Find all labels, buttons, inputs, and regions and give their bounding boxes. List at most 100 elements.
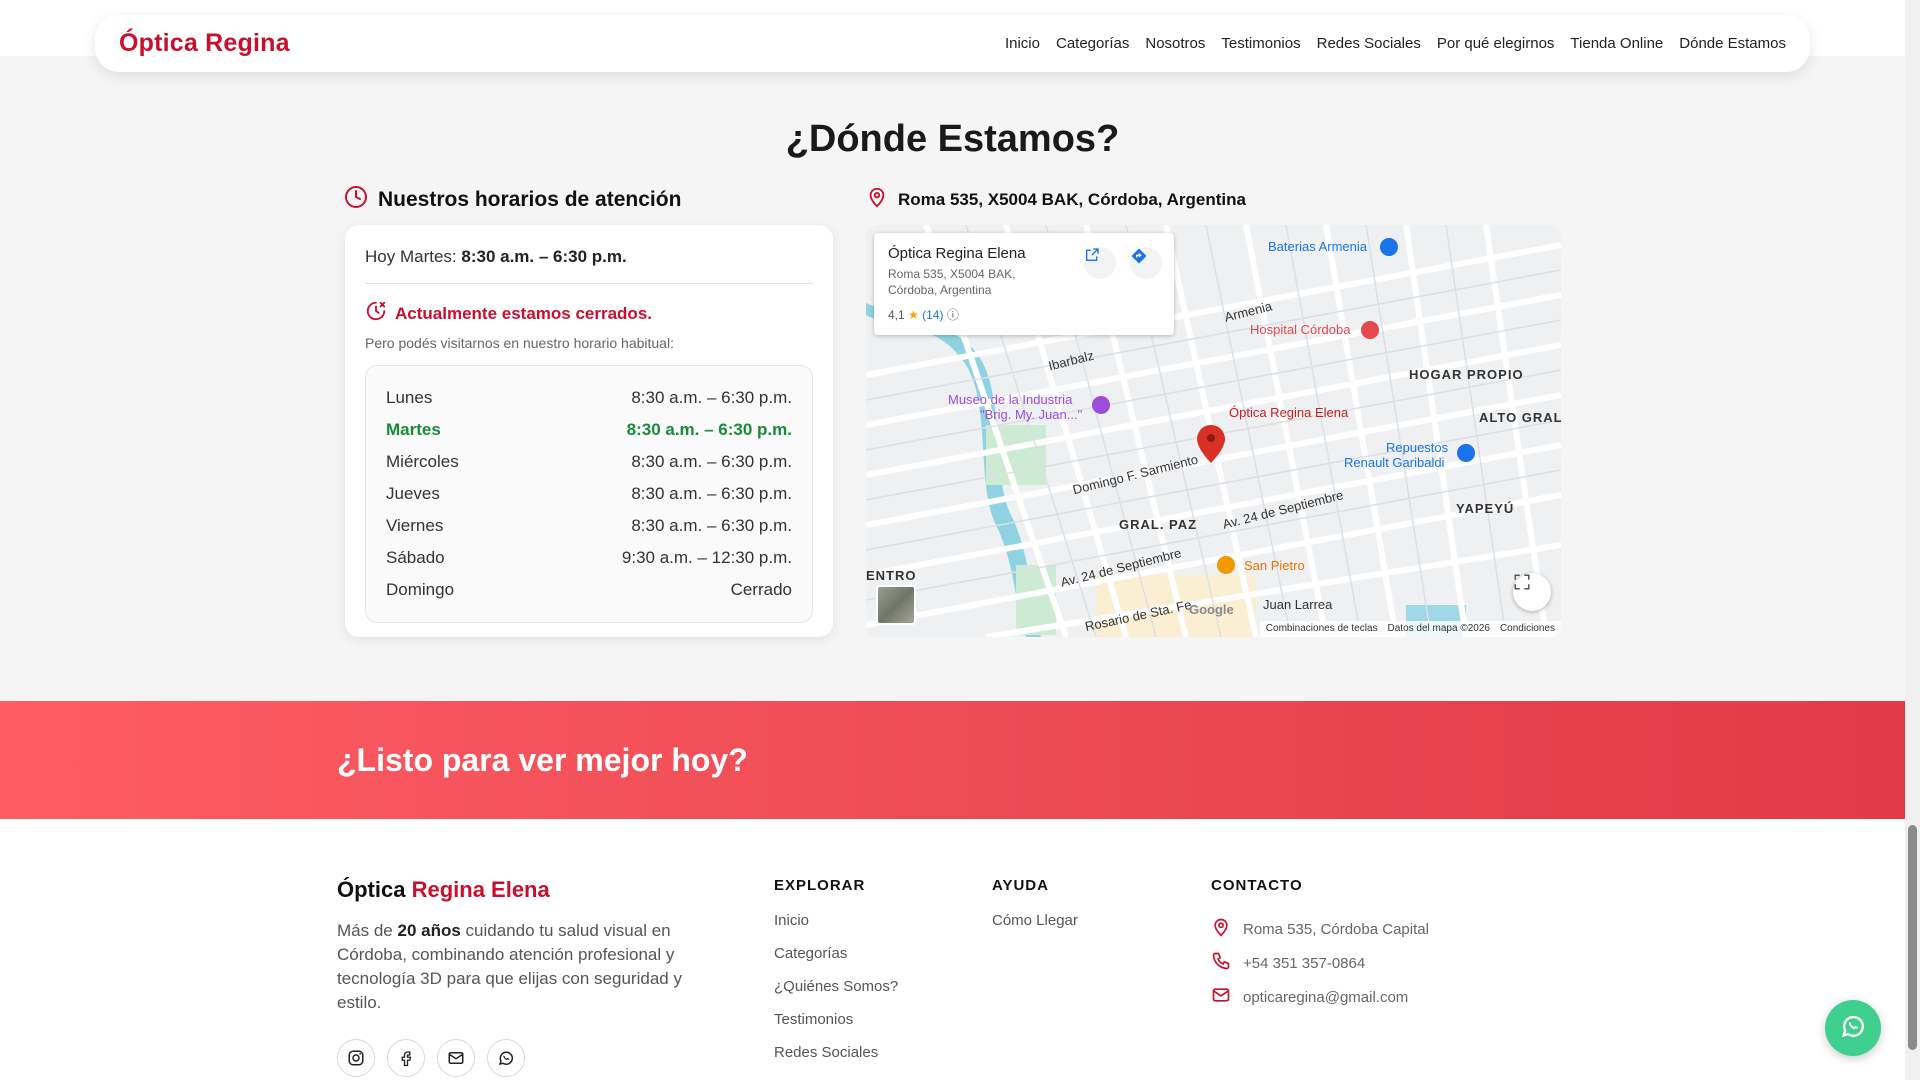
ayuda-title: AYUDA bbox=[992, 877, 1049, 894]
map-footer-terms[interactable]: Condiciones bbox=[1500, 623, 1555, 635]
phone-icon bbox=[1211, 951, 1231, 975]
visit-text: Pero podés visitarnos en nuestro horario… bbox=[365, 335, 674, 351]
footer-col-contacto: CONTACTO Roma 535, Córdoba Capital +54 3… bbox=[1211, 877, 1429, 1014]
nav-link-categorias[interactable]: Categorías bbox=[1056, 35, 1129, 52]
schedule-day: Domingo bbox=[386, 580, 455, 599]
external-link-icon[interactable] bbox=[1084, 247, 1116, 279]
schedule-hours: 8:30 a.m. – 6:30 p.m. bbox=[631, 516, 792, 535]
review-count[interactable]: (14) bbox=[922, 308, 943, 322]
map-footer-shortcuts[interactable]: Combinaciones de teclas bbox=[1266, 623, 1378, 635]
map-label-hogar: HOGAR PROPIO bbox=[1409, 367, 1524, 382]
nav-link-donde-estamos[interactable]: Dónde Estamos bbox=[1679, 35, 1786, 52]
clock-closed-icon bbox=[365, 300, 387, 327]
instagram-icon[interactable] bbox=[337, 1039, 375, 1077]
footer-link-inicio[interactable]: Inicio bbox=[774, 912, 898, 945]
location-pin-icon bbox=[866, 185, 888, 214]
site-logo[interactable]: Óptica Regina bbox=[119, 29, 290, 58]
footer-link-redes-sociales[interactable]: Redes Sociales bbox=[774, 1044, 898, 1077]
schedule-row: Miércoles 8:30 a.m. – 6:30 p.m. bbox=[386, 446, 792, 478]
schedule-row: Viernes 8:30 a.m. – 6:30 p.m. bbox=[386, 510, 792, 542]
nav-link-testimonios[interactable]: Testimonios bbox=[1221, 35, 1300, 52]
hours-heading-text: Nuestros horarios de atención bbox=[378, 188, 682, 211]
satellite-toggle[interactable] bbox=[876, 585, 916, 625]
nav-link-por-que-elegirnos[interactable]: Por qué elegirnos bbox=[1437, 35, 1555, 52]
map-footer-data: Datos del mapa ©2026 bbox=[1387, 623, 1490, 634]
address-heading: Roma 535, X5004 BAK, Córdoba, Argentina bbox=[866, 185, 1246, 214]
address-text: Roma 535, X5004 BAK, Córdoba, Argentina bbox=[898, 189, 1246, 209]
footer-link-testimonios[interactable]: Testimonios bbox=[774, 1011, 898, 1044]
place-info-card: Óptica Regina Elena Roma 535, X5004 BAK,… bbox=[874, 233, 1174, 335]
schedule-day: Lunes bbox=[386, 388, 433, 407]
mail-icon[interactable] bbox=[437, 1039, 475, 1077]
contact-address-text[interactable]: Roma 535, Córdoba Capital bbox=[1243, 921, 1429, 938]
whatsapp-icon bbox=[1839, 1012, 1867, 1045]
contact-email-text[interactable]: opticaregina@gmail.com bbox=[1243, 989, 1408, 1006]
hours-heading: Nuestros horarios de atención bbox=[344, 185, 681, 215]
schedule-hours: 8:30 a.m. – 6:30 p.m. bbox=[631, 484, 792, 503]
schedule-day: Viernes bbox=[386, 516, 444, 535]
star-icon: ★ bbox=[908, 308, 919, 322]
place-name[interactable]: Óptica Regina Elena bbox=[888, 245, 1160, 262]
schedule-hours: 8:30 a.m. – 6:30 p.m. bbox=[631, 388, 792, 407]
mail-icon bbox=[1211, 985, 1231, 1009]
footer-link-como-llegar[interactable]: Cómo Llegar bbox=[992, 912, 1078, 945]
map-label-repuestos[interactable]: Repuestos bbox=[1386, 440, 1448, 455]
facebook-icon[interactable] bbox=[387, 1039, 425, 1077]
schedule-row: Domingo Cerrado bbox=[386, 574, 792, 606]
google-logo: Google bbox=[1189, 602, 1234, 617]
info-icon[interactable]: ⓘ bbox=[947, 308, 959, 322]
schedule-row: Jueves 8:30 a.m. – 6:30 p.m. bbox=[386, 478, 792, 510]
map-label-museo-2[interactable]: "Brig. My. Juan..." bbox=[980, 407, 1082, 422]
footer-brand-a: Óptica bbox=[337, 877, 412, 902]
nav-link-nosotros[interactable]: Nosotros bbox=[1145, 35, 1205, 52]
hours-card: Hoy Martes: 8:30 a.m. – 6:30 p.m. Actual… bbox=[345, 225, 833, 637]
footer-brand: Óptica Regina Elena bbox=[337, 877, 550, 903]
map-label-hospital[interactable]: Hospital Córdoba bbox=[1250, 322, 1350, 337]
section-title: ¿Dónde Estamos? bbox=[785, 118, 1120, 160]
map-pin-label[interactable]: Óptica Regina Elena bbox=[1229, 405, 1348, 420]
map-label-yapeyu: YAPEYÚ bbox=[1456, 501, 1515, 516]
map-embed[interactable]: Baterias Armenia Hospital Córdoba HOGAR … bbox=[866, 225, 1561, 637]
nav-link-redes-sociales[interactable]: Redes Sociales bbox=[1317, 35, 1421, 52]
map-label-entro: ENTRO bbox=[866, 568, 917, 583]
schedule-day: Sábado bbox=[386, 548, 445, 567]
place-rating: 4,1 ★ (14) ⓘ bbox=[888, 306, 1160, 323]
explorar-title: EXPLORAR bbox=[774, 877, 866, 894]
schedule-table: Lunes 8:30 a.m. – 6:30 p.m. Martes 8:30 a.… bbox=[365, 365, 813, 623]
schedule-hours: 8:30 a.m. – 6:30 p.m. bbox=[626, 420, 792, 439]
map-label-repuestos-2[interactable]: Renault Garibaldi bbox=[1344, 455, 1444, 470]
nav-link-inicio[interactable]: Inicio bbox=[1005, 35, 1040, 52]
closed-text: Actualmente estamos cerrados. bbox=[395, 303, 652, 323]
map-label-baterias[interactable]: Baterias Armenia bbox=[1268, 239, 1367, 254]
scrollbar-thumb[interactable] bbox=[1908, 825, 1917, 1050]
footer-desc-b: 20 años bbox=[397, 921, 461, 940]
today-hours: Hoy Martes: 8:30 a.m. – 6:30 p.m. bbox=[365, 247, 813, 284]
footer-link-categorias[interactable]: Categorías bbox=[774, 945, 898, 978]
map-label-san-pietro[interactable]: San Pietro bbox=[1244, 558, 1305, 573]
footer-col-explorar: EXPLORAR Inicio Categorías ¿Quiénes Somo… bbox=[774, 877, 898, 1077]
footer-description: Más de 20 años cuidando tu salud visual … bbox=[337, 919, 697, 1015]
schedule-day: Miércoles bbox=[386, 452, 459, 471]
page-scrollbar[interactable] bbox=[1905, 0, 1920, 1080]
closed-status: Actualmente estamos cerrados. bbox=[365, 300, 813, 327]
whatsapp-icon[interactable] bbox=[487, 1039, 525, 1077]
schedule-day: Jueves bbox=[386, 484, 440, 503]
location-pin-icon bbox=[1211, 917, 1231, 941]
nav-links: Inicio Categorías Nosotros Testimonios R… bbox=[1005, 35, 1786, 52]
nav-link-tienda-online[interactable]: Tienda Online bbox=[1570, 35, 1663, 52]
directions-icon[interactable] bbox=[1130, 247, 1162, 279]
whatsapp-float-button[interactable] bbox=[1825, 1000, 1881, 1056]
schedule-hours: 9:30 a.m. – 12:30 p.m. bbox=[621, 548, 792, 567]
contacto-title: CONTACTO bbox=[1211, 877, 1303, 894]
cta-title: ¿Listo para ver mejor hoy? bbox=[337, 742, 748, 778]
schedule-day: Martes bbox=[386, 420, 441, 439]
today-hours-value: 8:30 a.m. – 6:30 p.m. bbox=[461, 247, 627, 266]
fullscreen-icon[interactable] bbox=[1513, 573, 1551, 611]
map-label-juan-larrea: Juan Larrea bbox=[1263, 597, 1333, 612]
place-address: Roma 535, X5004 BAK, Córdoba, Argentina bbox=[888, 267, 1016, 297]
schedule-row: Lunes 8:30 a.m. – 6:30 p.m. bbox=[386, 382, 792, 414]
map-label-museo[interactable]: Museo de la Industria bbox=[948, 392, 1072, 407]
social-links bbox=[337, 1039, 525, 1077]
footer-link-quienes-somos[interactable]: ¿Quiénes Somos? bbox=[774, 978, 898, 1011]
contact-phone-text[interactable]: +54 351 357-0864 bbox=[1243, 955, 1365, 972]
